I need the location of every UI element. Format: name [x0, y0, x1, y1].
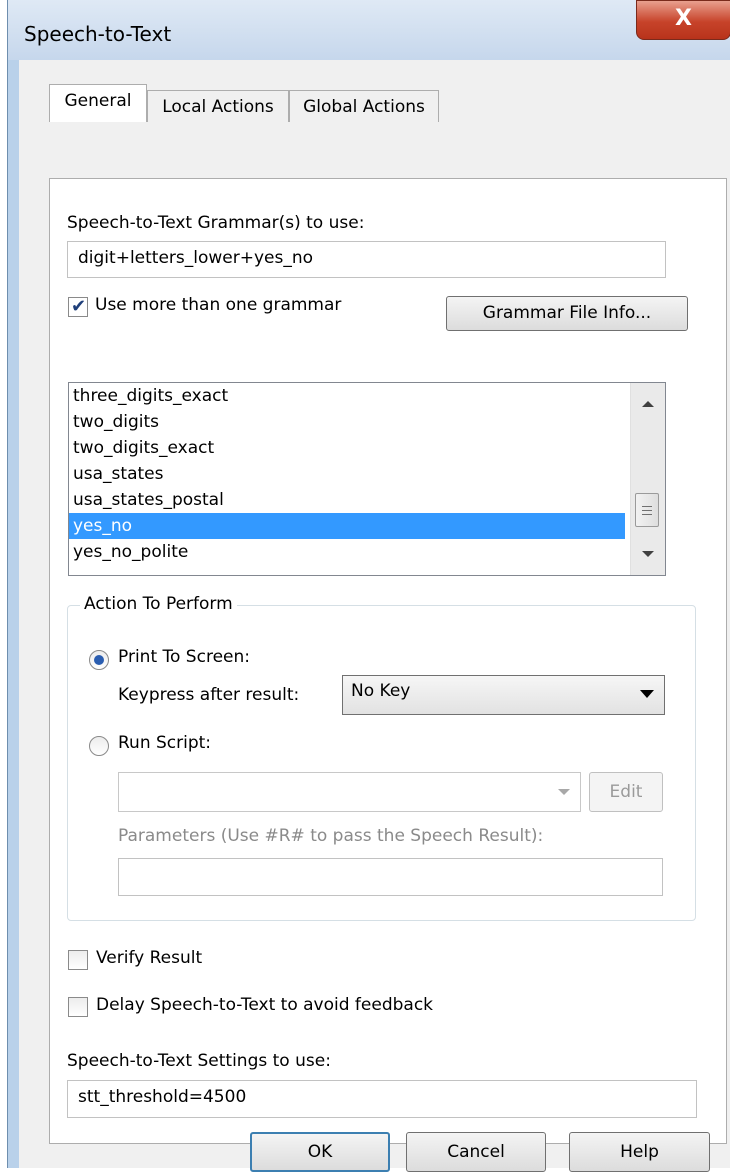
- settings-label: Speech-to-Text Settings to use:: [67, 1051, 331, 1071]
- list-item[interactable]: two_digits_exact: [69, 435, 625, 461]
- list-scrollbar[interactable]: [630, 383, 665, 575]
- delay-label: Delay Speech-to-Text to avoid feedback: [96, 995, 434, 1015]
- title-bar[interactable]: Speech-to-Text X: [8, 0, 730, 60]
- parameters-input[interactable]: [118, 858, 663, 896]
- tab-global-actions[interactable]: Global Actions: [289, 90, 439, 122]
- tab-general[interactable]: General: [49, 84, 147, 122]
- window-title: Speech-to-Text: [24, 22, 172, 46]
- cancel-button[interactable]: Cancel: [406, 1132, 546, 1172]
- verify-result-label: Verify Result: [96, 948, 203, 968]
- list-item[interactable]: yes_no_polite: [69, 539, 625, 565]
- close-button[interactable]: X: [636, 0, 730, 40]
- run-script-radio[interactable]: [89, 736, 109, 756]
- keypress-label: Keypress after result:: [118, 685, 300, 705]
- checkmark-icon: ✔: [71, 296, 87, 317]
- tab-local-actions[interactable]: Local Actions: [147, 90, 289, 122]
- edit-script-button[interactable]: Edit: [589, 772, 663, 812]
- tab-label: Global Actions: [303, 97, 425, 117]
- action-group-title: Action To Perform: [80, 594, 237, 614]
- grip-line: [642, 510, 652, 511]
- run-script-label: Run Script:: [118, 733, 212, 753]
- tab-label: General: [64, 91, 132, 111]
- tab-label: Local Actions: [162, 97, 274, 117]
- dropdown-arrow-icon: [640, 690, 654, 698]
- dropdown-arrow-icon: [558, 789, 570, 795]
- parameters-label: Parameters (Use #R# to pass the Speech R…: [118, 826, 544, 846]
- verify-result-checkbox[interactable]: [68, 950, 88, 970]
- list-item[interactable]: usa_states_postal: [69, 487, 625, 513]
- keypress-value: No Key: [351, 681, 411, 701]
- list-item[interactable]: two_digits: [69, 409, 625, 435]
- ok-button[interactable]: OK: [250, 1132, 390, 1172]
- radio-selected-dot: [94, 655, 104, 665]
- print-to-screen-label: Print To Screen:: [118, 647, 250, 667]
- scroll-up-icon[interactable]: [642, 401, 654, 407]
- script-dropdown[interactable]: [118, 772, 581, 812]
- list-item-selected[interactable]: yes_no: [69, 513, 625, 539]
- dialog-window: Speech-to-Text X General Local Actions G…: [7, 0, 730, 1172]
- grammar-label: Speech-to-Text Grammar(s) to use:: [67, 213, 365, 233]
- list-item[interactable]: three_digits_exact: [69, 383, 625, 409]
- grammar-file-info-button[interactable]: Grammar File Info...: [446, 296, 688, 331]
- delay-checkbox[interactable]: [68, 997, 88, 1017]
- help-button[interactable]: Help: [569, 1132, 710, 1172]
- grammar-listbox[interactable]: three_digits_exact two_digits two_digits…: [68, 382, 666, 576]
- action-groupbox: Action To Perform Print To Screen: Keypr…: [67, 594, 696, 921]
- grip-line: [642, 514, 652, 515]
- grammar-input[interactable]: digit+letters_lower+yes_no: [67, 241, 666, 278]
- multi-grammar-label: Use more than one grammar: [95, 295, 342, 315]
- settings-input[interactable]: stt_threshold=4500: [67, 1080, 697, 1118]
- scroll-down-icon[interactable]: [642, 551, 654, 557]
- print-to-screen-radio[interactable]: [89, 650, 109, 670]
- grip-line: [642, 506, 652, 507]
- list-item[interactable]: usa_states: [69, 461, 625, 487]
- multi-grammar-checkbox[interactable]: ✔: [68, 296, 88, 317]
- client-area: General Local Actions Global Actions Spe…: [19, 60, 730, 1172]
- close-icon: X: [675, 6, 692, 31]
- scroll-thumb[interactable]: [635, 493, 659, 527]
- general-tab-panel: Speech-to-Text Grammar(s) to use: digit+…: [49, 178, 727, 1144]
- keypress-dropdown[interactable]: No Key: [342, 675, 665, 715]
